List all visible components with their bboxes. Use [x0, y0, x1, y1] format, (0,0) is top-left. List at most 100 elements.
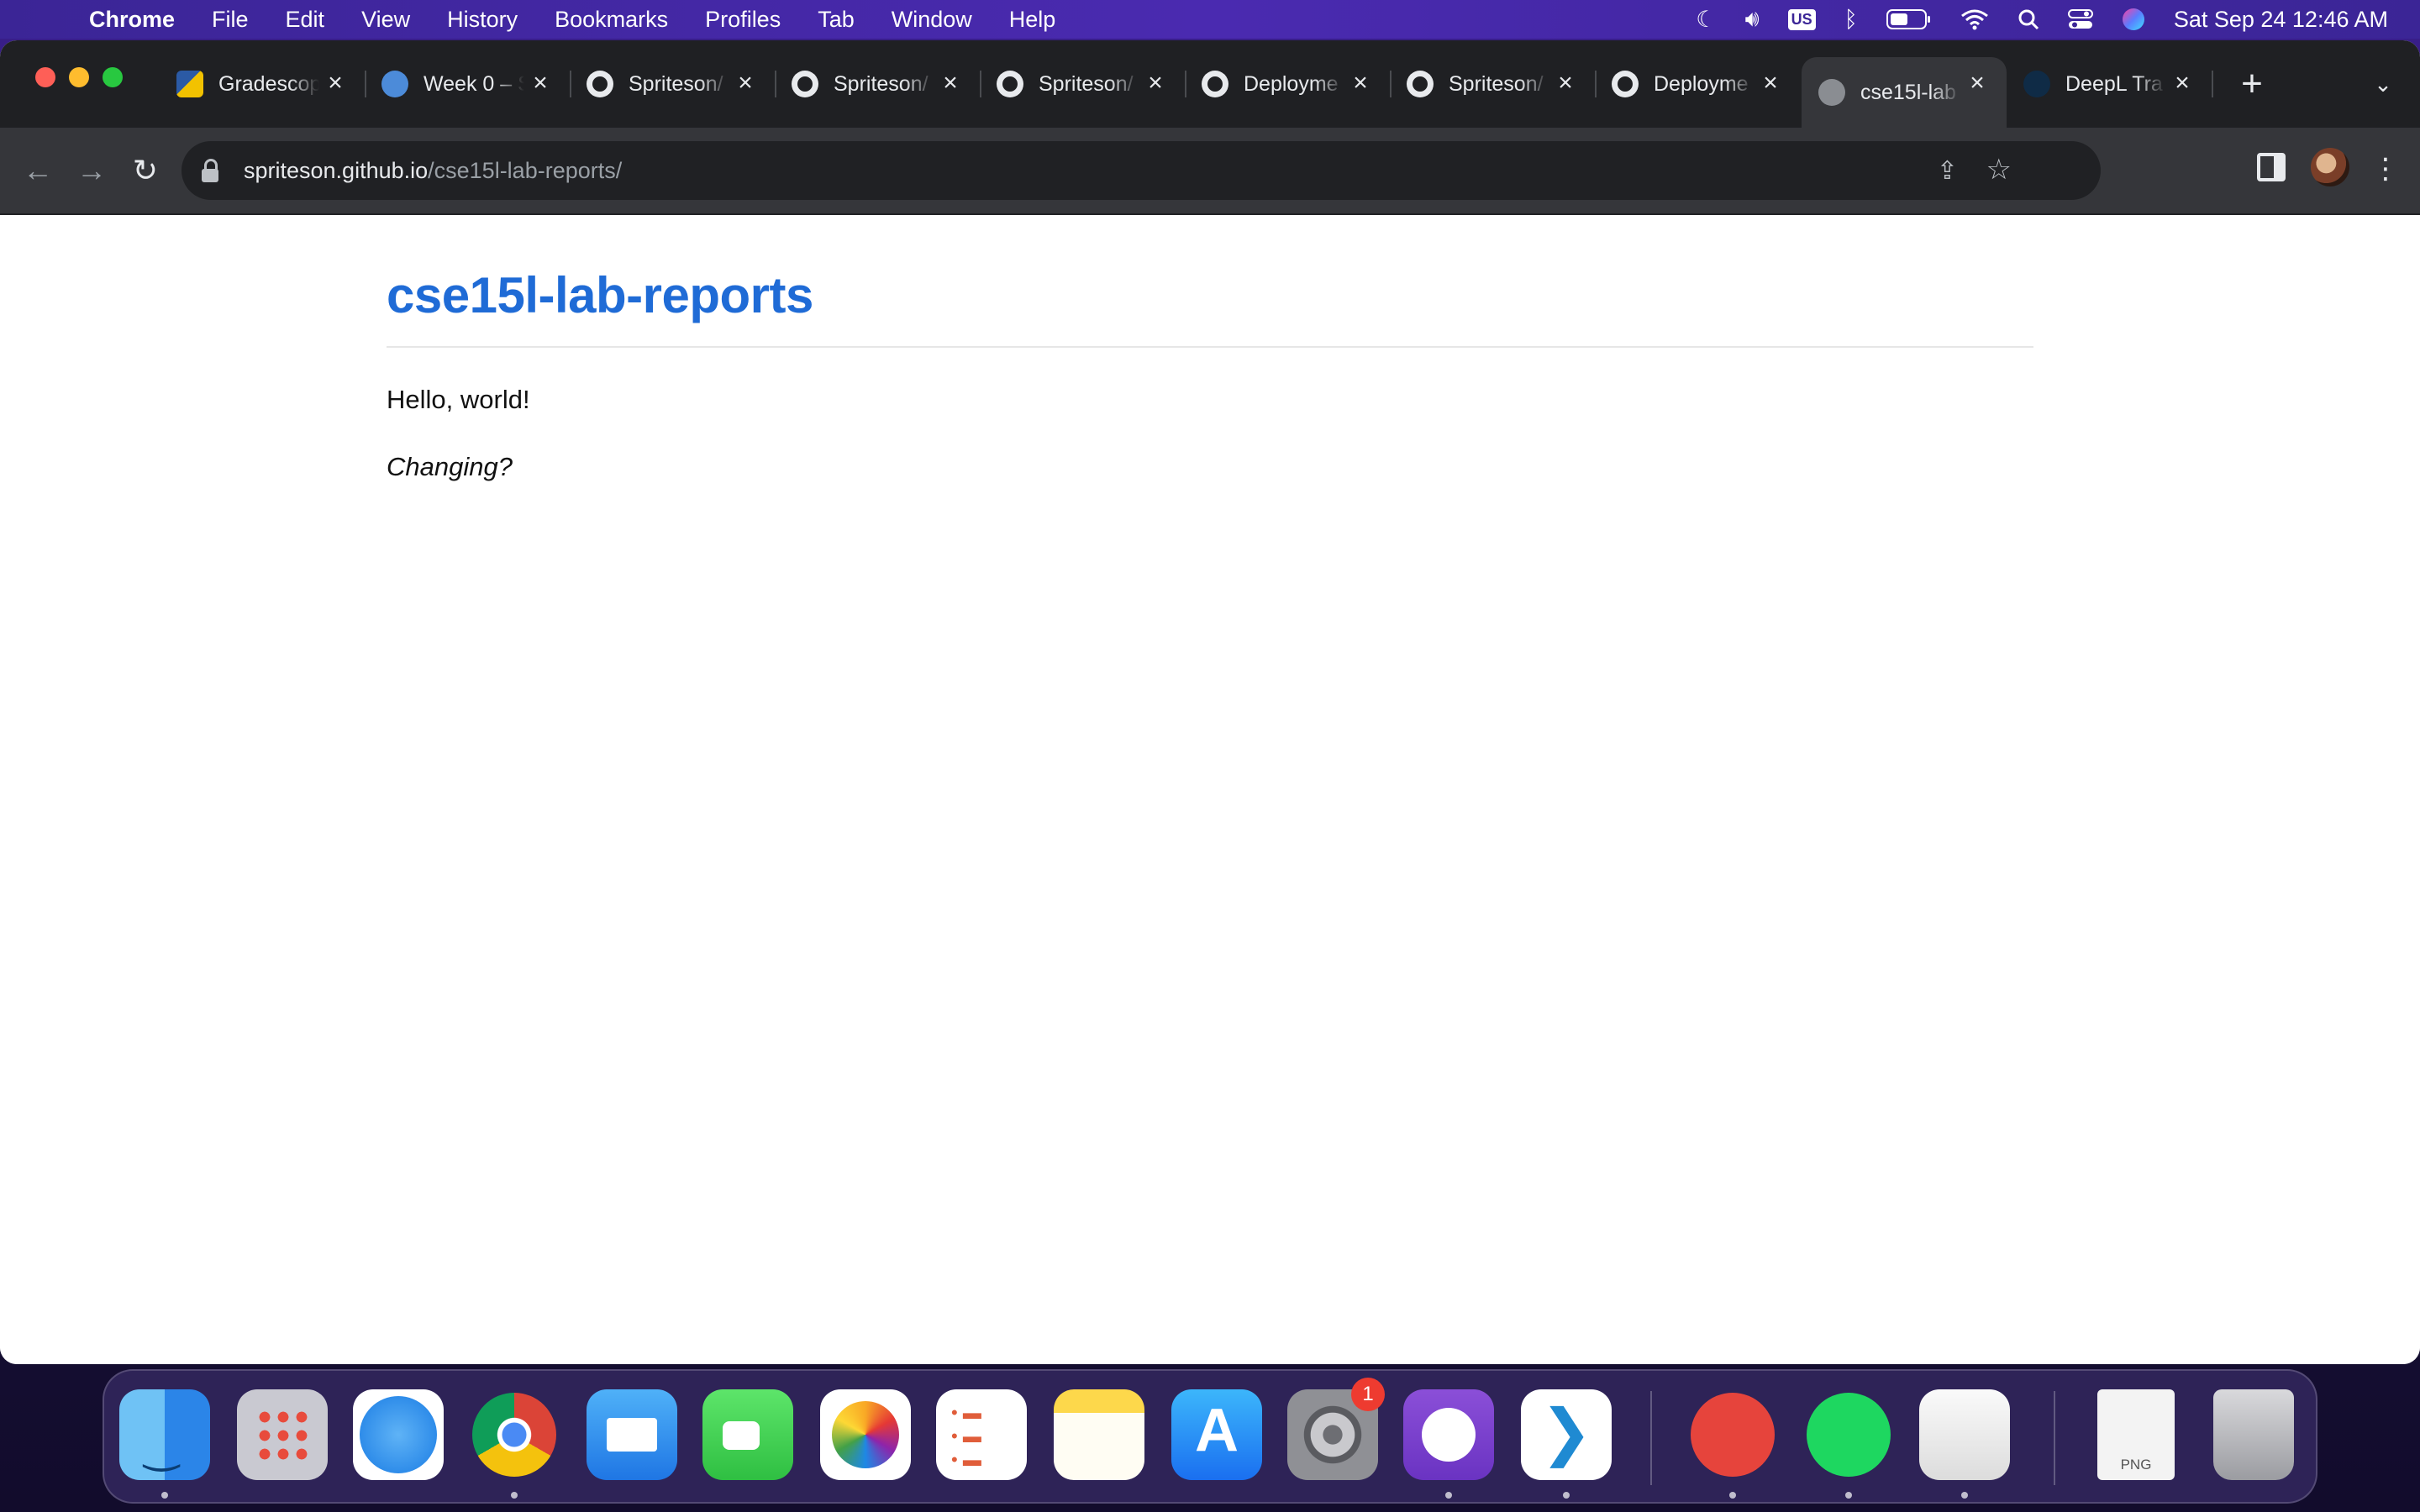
safari-icon[interactable]: [353, 1389, 444, 1480]
tab-close-icon[interactable]: ×: [1346, 69, 1375, 97]
github-icon: [792, 71, 818, 97]
png-file-icon[interactable]: PNG: [2097, 1389, 2175, 1480]
address-bar[interactable]: spriteson.github.io/cse15l-lab-reports/ …: [182, 141, 2101, 200]
side-panel-icon[interactable]: [2257, 153, 2286, 181]
tab-spriteson-1[interactable]: Spriteson/ ×: [570, 57, 776, 111]
app-menu-chrome[interactable]: Chrome: [89, 7, 175, 33]
page-content: cse15l-lab-reports Hello, world! Changin…: [387, 215, 2033, 482]
finder-icon[interactable]: [119, 1389, 210, 1480]
tab-search-chevron-icon[interactable]: ⌄: [2366, 67, 2400, 101]
github-icon: [1202, 71, 1228, 97]
dock-divider: [1650, 1391, 1652, 1485]
reminders-icon[interactable]: [936, 1389, 1027, 1480]
tab-title: DeepL Tra: [2065, 71, 2163, 96]
tab-gradescope[interactable]: Gradescope ×: [160, 57, 366, 111]
title-divider: [387, 346, 2033, 348]
spotify-icon[interactable]: [1803, 1389, 1894, 1480]
profile-avatar[interactable]: [2311, 148, 2349, 186]
week-icon: [381, 71, 408, 97]
running-indicator: [1845, 1492, 1852, 1499]
chrome-menu-icon[interactable]: ⋮: [2371, 146, 2400, 192]
browser-toolbar: ← → ↻ spriteson.github.io/cse15l-lab-rep…: [0, 128, 2420, 215]
tab-title: Deployme: [1654, 71, 1749, 96]
tab-title: cse15l-lab: [1860, 80, 1956, 104]
siri-icon[interactable]: [2122, 8, 2145, 31]
globe-icon: [1818, 79, 1845, 106]
window-minimize-button[interactable]: [69, 67, 89, 87]
control-center-icon[interactable]: [2067, 8, 2093, 30]
reload-button[interactable]: ↻: [124, 150, 166, 192]
tab-deployments-2[interactable]: Deployme ×: [1595, 57, 1800, 111]
tab-strip: Gradescope × Week 0 – S × Spriteson/ × S…: [0, 40, 2420, 128]
tab-close-icon[interactable]: ×: [1963, 69, 1991, 97]
bluetooth-icon[interactable]: ᛒ: [1844, 7, 1858, 33]
menu-history[interactable]: History: [447, 7, 518, 33]
tab-spriteson-4[interactable]: Spriteson/ ×: [1390, 57, 1597, 111]
system-preferences-icon[interactable]: 1: [1287, 1378, 1385, 1480]
notes-icon[interactable]: [1054, 1389, 1144, 1480]
wifi-icon[interactable]: [1960, 8, 1989, 30]
tab-close-icon[interactable]: ×: [1551, 69, 1580, 97]
tab-title: Spriteson/: [629, 71, 723, 96]
menu-view[interactable]: View: [361, 7, 410, 33]
tab-title: Spriteson/: [834, 71, 929, 96]
tab-separator: [2212, 71, 2213, 97]
tab-title: Week 0 – S: [424, 71, 524, 96]
github-icon: [587, 71, 613, 97]
battery-icon[interactable]: [1886, 8, 1932, 30]
input-source-icon[interactable]: US: [1787, 8, 1816, 30]
window-zoom-button[interactable]: [103, 67, 123, 87]
gradescope-icon: [176, 71, 203, 97]
back-button[interactable]: ←: [17, 150, 59, 192]
photos-icon[interactable]: [820, 1389, 911, 1480]
menu-window[interactable]: Window: [892, 7, 972, 33]
bookmark-star-icon[interactable]: ☆: [1986, 153, 2012, 186]
menu-file[interactable]: File: [212, 7, 249, 33]
launchpad-icon[interactable]: [237, 1389, 328, 1480]
tab-close-icon[interactable]: ×: [1756, 69, 1785, 97]
airmail-icon[interactable]: [1687, 1389, 1778, 1480]
tab-close-icon[interactable]: ×: [2168, 69, 2196, 97]
tab-close-icon[interactable]: ×: [321, 69, 350, 97]
vscode-icon[interactable]: [1521, 1389, 1612, 1480]
moon-icon[interactable]: ☾: [1696, 7, 1716, 33]
volume-icon[interactable]: 🔊︎: [1745, 6, 1760, 33]
chrome-icon[interactable]: [469, 1389, 560, 1480]
running-indicator: [1445, 1492, 1452, 1499]
tab-spriteson-2[interactable]: Spriteson/ ×: [775, 57, 981, 111]
spotlight-search-icon[interactable]: [2018, 8, 2039, 30]
new-tab-button[interactable]: +: [2235, 64, 2269, 104]
facetime-icon[interactable]: [702, 1389, 793, 1480]
lock-icon[interactable]: [202, 159, 218, 182]
menu-help[interactable]: Help: [1009, 7, 1056, 33]
window-close-button[interactable]: [35, 67, 55, 87]
running-indicator: [1563, 1492, 1570, 1499]
menu-tab[interactable]: Tab: [818, 7, 855, 33]
menu-edit[interactable]: Edit: [286, 7, 325, 33]
tab-close-icon[interactable]: ×: [526, 69, 555, 97]
tab-spriteson-3[interactable]: Spriteson/ ×: [980, 57, 1186, 111]
page-title[interactable]: cse15l-lab-reports: [387, 215, 2033, 321]
tab-close-icon[interactable]: ×: [936, 69, 965, 97]
github-desktop-icon[interactable]: [1403, 1389, 1494, 1480]
menu-profiles[interactable]: Profiles: [705, 7, 781, 33]
tab-close-icon[interactable]: ×: [731, 69, 760, 97]
tab-title: Spriteson/: [1039, 71, 1134, 96]
tab-cse15l-lab-reports[interactable]: cse15l-lab ×: [1802, 57, 2007, 128]
github-icon: [997, 71, 1023, 97]
tab-close-icon[interactable]: ×: [1141, 69, 1170, 97]
tab-deepl[interactable]: DeepL Tra ×: [2007, 57, 2213, 111]
menu-bookmarks[interactable]: Bookmarks: [555, 7, 668, 33]
share-icon[interactable]: ⇪: [1937, 156, 1958, 186]
trash-icon[interactable]: [2213, 1389, 2294, 1480]
menubar-clock[interactable]: Sat Sep 24 12:46 AM: [2174, 7, 2388, 33]
github-icon: [1612, 71, 1639, 97]
input-source-label: US: [1787, 8, 1816, 30]
app-store-icon[interactable]: [1171, 1389, 1262, 1480]
forward-button[interactable]: →: [71, 150, 113, 192]
tab-deployments-1[interactable]: Deployme ×: [1185, 57, 1392, 111]
mail-icon[interactable]: [587, 1389, 677, 1480]
dock-divider: [2054, 1391, 2055, 1485]
tab-week-0[interactable]: Week 0 – S ×: [365, 57, 571, 111]
textedit-icon[interactable]: [1919, 1389, 2010, 1480]
